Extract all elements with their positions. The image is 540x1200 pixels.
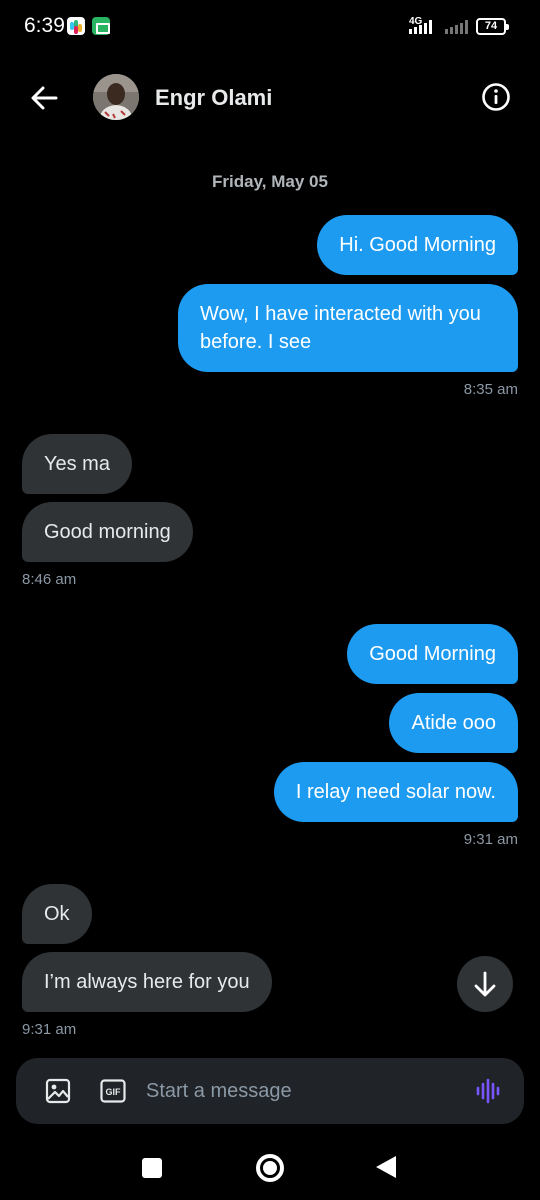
image-icon[interactable]: [44, 1077, 72, 1105]
info-icon[interactable]: [480, 81, 512, 113]
received-message[interactable]: Yes ma: [22, 434, 132, 494]
gif-label: GIF: [106, 1087, 122, 1097]
back-arrow-icon[interactable]: [26, 80, 62, 116]
scroll-to-bottom-button[interactable]: [457, 956, 513, 1012]
message-timestamp: 8:35 am: [463, 381, 518, 398]
signal-icon: [409, 20, 432, 34]
back-triangle-icon[interactable]: [376, 1156, 396, 1178]
date-divider: Friday, May 05: [212, 172, 328, 191]
sent-message[interactable]: Atide ooo: [389, 693, 518, 753]
wifi-off-icon: [445, 20, 468, 34]
message-composer: GIF: [16, 1058, 524, 1124]
arrow-down-icon: [474, 971, 496, 997]
recents-square-icon[interactable]: [142, 1158, 162, 1178]
message-timestamp: 9:31 am: [22, 1021, 77, 1038]
gif-icon[interactable]: GIF: [100, 1079, 126, 1103]
received-message[interactable]: Ok: [22, 884, 92, 944]
conversation-header: Engr Olami: [0, 66, 540, 128]
system-nav-bar: [0, 1134, 540, 1200]
voice-icon[interactable]: [474, 1077, 502, 1105]
meet-icon: [92, 17, 110, 35]
message-timestamp: 8:46 am: [22, 571, 77, 588]
dm-screen: 6:39 4G 74 Engr Olami Friday, May 05 Hi.…: [0, 0, 540, 1200]
sent-message[interactable]: Wow, I have interacted with you before. …: [178, 284, 518, 372]
received-message[interactable]: Good morning: [22, 502, 193, 562]
sent-message[interactable]: Hi. Good Morning: [317, 215, 518, 275]
status-bar: 6:39 4G 74: [0, 0, 540, 56]
message-input[interactable]: [146, 1075, 446, 1107]
battery-icon: 74: [476, 18, 509, 35]
status-time: 6:39: [24, 14, 65, 37]
message-timestamp: 9:31 am: [463, 831, 518, 848]
sent-message[interactable]: I relay need solar now.: [273, 762, 518, 822]
slack-icon: [67, 17, 85, 35]
sent-message[interactable]: Good Morning: [347, 624, 518, 684]
received-message[interactable]: I’m always here for you: [22, 952, 272, 1012]
home-circle-icon[interactable]: [256, 1154, 284, 1182]
contact-name[interactable]: Engr Olami: [155, 85, 272, 111]
avatar[interactable]: [93, 74, 139, 120]
